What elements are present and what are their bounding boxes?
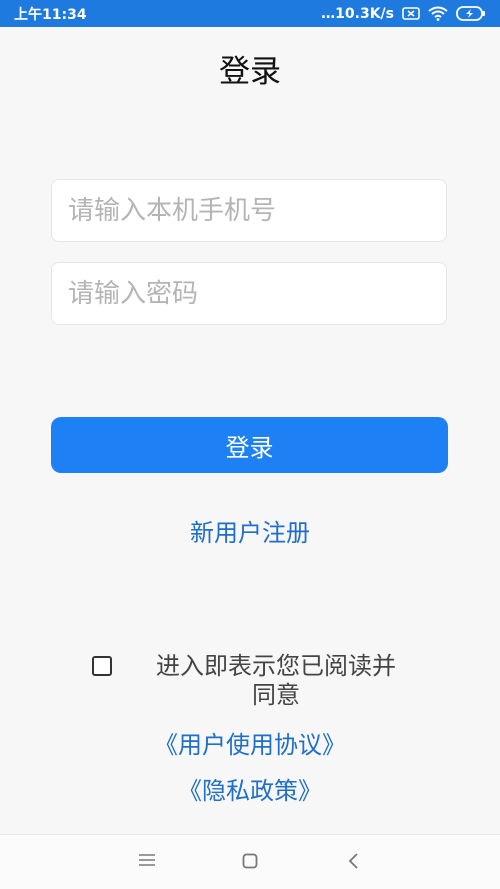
- wifi-icon: [428, 6, 448, 21]
- status-bar: 上午11:34 …10.3K/s: [0, 0, 500, 27]
- user-agreement-link[interactable]: 《用户使用协议》: [0, 725, 500, 760]
- phone-input[interactable]: [51, 179, 447, 242]
- system-nav-bar: [0, 834, 500, 889]
- login-button[interactable]: 登录: [51, 417, 448, 473]
- agree-checkbox[interactable]: [92, 656, 112, 676]
- back-icon[interactable]: [347, 853, 359, 869]
- password-input[interactable]: [51, 262, 447, 325]
- register-link[interactable]: 新用户注册: [0, 513, 500, 548]
- battery-charging-icon: [456, 6, 486, 21]
- network-speed: …10.3K/s: [321, 5, 394, 22]
- page-title: 登录: [219, 54, 281, 90]
- status-right: …10.3K/s: [321, 6, 486, 22]
- sim-disabled-icon: [402, 7, 420, 20]
- home-icon[interactable]: [242, 853, 258, 869]
- menu-icon[interactable]: [138, 853, 156, 867]
- agreement-text: 进入即表示您已阅读并同意: [156, 652, 396, 709]
- status-time: 上午11:34: [14, 6, 87, 23]
- privacy-policy-link[interactable]: 《隐私政策》: [0, 771, 500, 806]
